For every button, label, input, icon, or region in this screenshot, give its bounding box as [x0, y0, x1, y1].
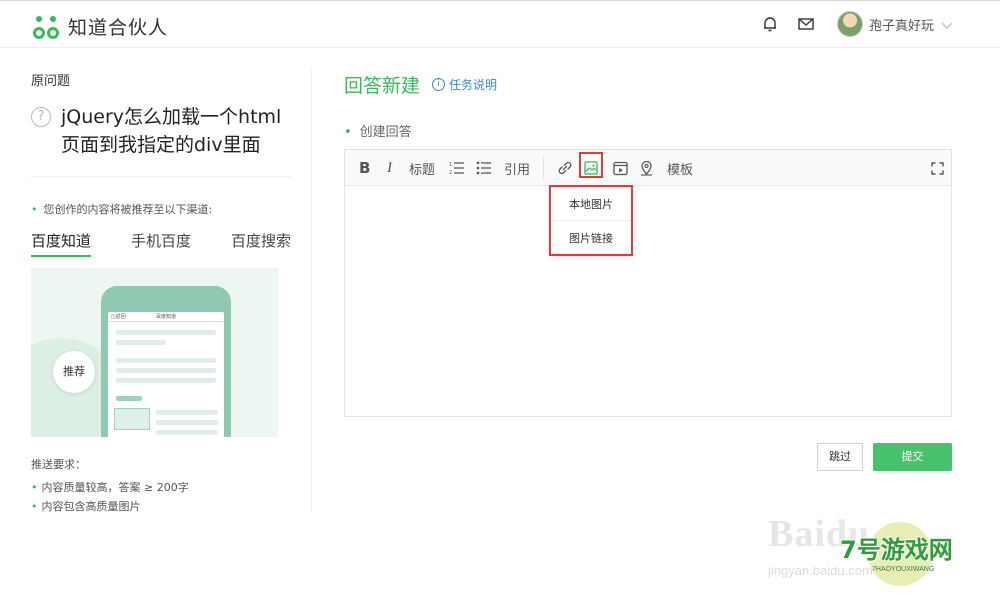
column-divider [311, 70, 312, 512]
placeholder-line [116, 378, 216, 383]
heading-button[interactable]: 标题 [409, 150, 435, 186]
header-actions: 孢子真好玩 [759, 11, 954, 37]
divider [31, 176, 291, 177]
video-icon[interactable] [613, 150, 628, 186]
tab-baidu-zhidao[interactable]: 百度知道 [31, 230, 92, 257]
requirement-item: • 内容质量较高，答案 ≥ 200字 [31, 481, 189, 494]
recommend-note: • 您创作的内容将被推荐至以下渠道: [31, 201, 212, 217]
question-title-line2: 页面到我指定的div里面 [61, 134, 261, 156]
top-header: 知道合伙人 孢子真好玩 [0, 0, 1000, 48]
image-insert-menu: 本地图片 图片链接 [549, 185, 633, 256]
bullet-list-icon[interactable] [476, 150, 492, 186]
template-button[interactable]: 模板 [667, 150, 693, 186]
requirement-item: • 内容包含高质量图片 [31, 500, 141, 513]
tab-baidu-search[interactable]: 百度搜索 [231, 230, 291, 257]
page-title-row: 回答新建 i 任务说明 [344, 71, 497, 98]
tab-mobile-baidu[interactable]: 手机百度 [131, 230, 191, 257]
location-icon[interactable] [639, 150, 654, 186]
question-caption: 原问题 [31, 74, 71, 89]
channel-tabs: 百度知道 手机百度 百度搜索 [31, 230, 291, 257]
username[interactable]: 孢子真好玩 [869, 15, 934, 34]
menu-item-local-image[interactable]: 本地图片 [551, 188, 631, 221]
create-answer-label: • 创建回答 [344, 125, 412, 140]
italic-button[interactable]: I [387, 150, 392, 186]
phone-illustration: ◫返回 百度知道 [101, 286, 231, 437]
page-title: 回答新建 [344, 75, 421, 97]
question-title[interactable]: jQuery怎么加载一个html 页面到我指定的div里面 [61, 103, 281, 159]
link-icon[interactable] [557, 150, 573, 186]
site-watermark-sub: 7HAOYOUXIWANG [872, 566, 935, 573]
brand-name: 知道合伙人 [68, 17, 169, 39]
placeholder-line [116, 368, 216, 373]
ordered-list-icon[interactable]: 12 [449, 150, 465, 186]
question-panel: 原问题 ? jQuery怎么加载一个html 页面到我指定的div里面 [31, 70, 293, 159]
phone-header-left: ◫返回 [111, 314, 126, 320]
mail-icon[interactable] [795, 13, 817, 35]
promo-illustration: ◫返回 百度知道 推荐 [31, 268, 278, 437]
bold-button[interactable]: B [359, 150, 370, 186]
placeholder-line [116, 358, 216, 363]
recommend-badge: 推荐 [53, 351, 95, 393]
phone-screen: ◫返回 百度知道 [108, 312, 224, 437]
editor-toolbar: B I 标题 12 引用 模板 [345, 150, 951, 186]
question-row: ? jQuery怎么加载一个html 页面到我指定的div里面 [31, 103, 293, 159]
task-description-link[interactable]: i 任务说明 [432, 76, 497, 93]
phone-header-center: 百度知道 [155, 314, 176, 320]
toolbar-divider [543, 157, 544, 179]
requirements-title: 推送要求： [31, 458, 86, 471]
question-title-line1: jQuery怎么加载一个html [61, 106, 282, 128]
image-thumbnail-icon [114, 408, 150, 430]
svg-text:1: 1 [449, 162, 452, 168]
site-watermark: 7号游戏网 [840, 536, 953, 564]
quote-button[interactable]: 引用 [504, 150, 530, 186]
placeholder-line [156, 430, 218, 435]
jingyan-watermark: jingyan.baidu.com [768, 563, 873, 578]
phone-header: ◫返回 百度知道 [108, 312, 224, 322]
placeholder-line [116, 340, 166, 345]
brand-logo[interactable]: 知道合伙人 [32, 13, 168, 40]
fullscreen-icon[interactable] [931, 150, 944, 186]
submit-button[interactable]: 提交 [873, 443, 952, 471]
placeholder-line [116, 396, 142, 401]
logo-icon [32, 15, 62, 39]
svg-text:2: 2 [449, 170, 452, 175]
info-icon: i [432, 78, 446, 91]
recommend-note-text: 您创作的内容将被推荐至以下渠道: [43, 203, 213, 216]
placeholder-line [156, 420, 218, 425]
image-button-highlight [579, 152, 603, 178]
question-mark-icon: ? [31, 107, 51, 127]
skip-button[interactable]: 跳过 [817, 443, 863, 471]
placeholder-line [156, 410, 218, 415]
requirements: 推送要求： • 内容质量较高，答案 ≥ 200字 • 内容包含高质量图片 [31, 455, 189, 516]
bullet-dot-icon: • [344, 125, 352, 140]
answer-editor: B I 标题 12 引用 模板 [344, 149, 952, 417]
avatar[interactable] [836, 11, 863, 37]
bell-icon[interactable] [759, 13, 781, 35]
bullet-dot-icon: • [31, 203, 38, 216]
chevron-down-icon[interactable] [940, 17, 954, 31]
placeholder-line [116, 330, 216, 335]
menu-item-image-link[interactable]: 图片链接 [551, 222, 631, 255]
